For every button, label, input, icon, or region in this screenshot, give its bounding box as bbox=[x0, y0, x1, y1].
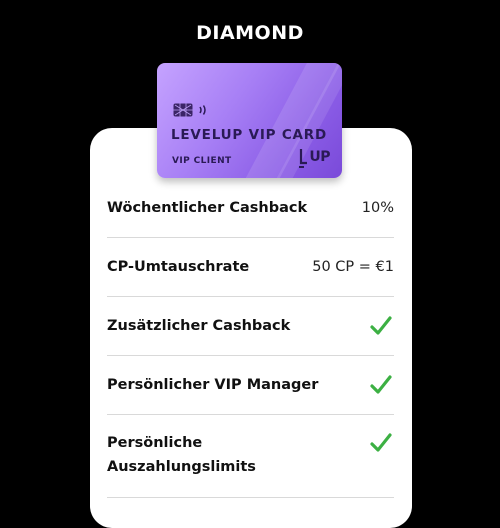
benefit-value: 50 CP = €1 bbox=[312, 259, 394, 275]
check-icon bbox=[370, 316, 392, 335]
benefit-row-extra-cashback: Zusätzlicher Cashback bbox=[107, 313, 394, 356]
card-logo-text: UP bbox=[309, 149, 330, 165]
benefit-row-payout-limits: Persönliche Auszahlungslimits bbox=[107, 431, 394, 498]
benefit-label: Persönlicher VIP Manager bbox=[107, 377, 319, 393]
card-logo: UP bbox=[299, 149, 332, 168]
benefit-value: 10% bbox=[361, 200, 394, 216]
benefit-label: Wöchentlicher Cashback bbox=[107, 200, 308, 216]
card-title: LEVELUP VIP CARD bbox=[171, 127, 327, 143]
card-subtitle: VIP CLIENT bbox=[172, 156, 232, 166]
benefit-row-vip-manager: Persönlicher VIP Manager bbox=[107, 372, 394, 415]
check-icon bbox=[370, 433, 392, 452]
benefit-row-cp-exchange: CP-Umtauschrate 50 CP = €1 bbox=[107, 254, 394, 297]
tier-title: DIAMOND bbox=[196, 22, 304, 44]
benefit-label-line1: Persönliche bbox=[107, 435, 203, 451]
benefit-label-line2: Auszahlungslimits bbox=[107, 459, 256, 475]
contactless-icon bbox=[199, 105, 206, 115]
benefit-label: Zusätzlicher Cashback bbox=[107, 318, 291, 334]
benefit-row-weekly-cashback: Wöchentlicher Cashback 10% bbox=[107, 195, 394, 238]
check-icon bbox=[370, 375, 392, 394]
vip-card: LEVELUP VIP CARD VIP CLIENT UP bbox=[157, 63, 342, 178]
card-chip-icon bbox=[173, 103, 193, 117]
benefit-label: CP-Umtauschrate bbox=[107, 259, 250, 275]
